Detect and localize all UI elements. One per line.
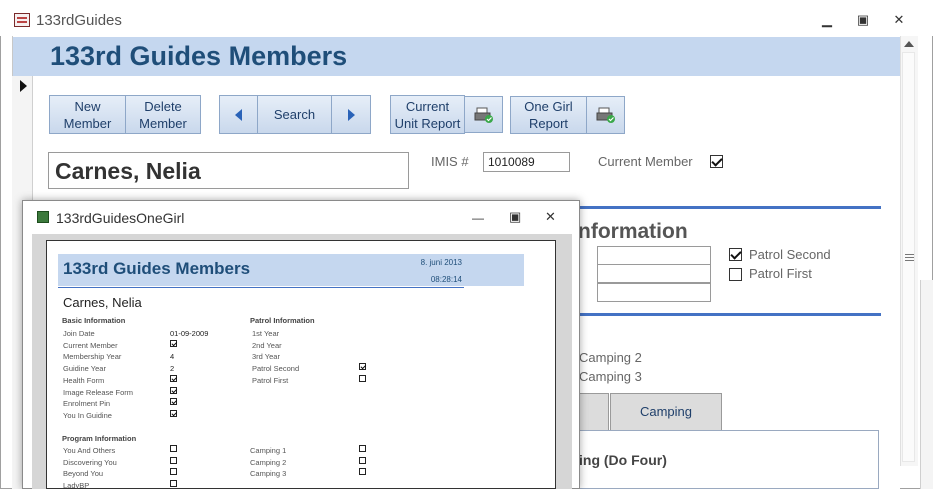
print-unit-report-button[interactable] — [464, 96, 503, 133]
form-header-title: 133rd Guides Members — [50, 41, 348, 71]
access-form-icon — [14, 13, 30, 27]
report-image-release-check — [170, 387, 177, 394]
report-camping-check — [359, 468, 366, 475]
patrol-first-label: Patrol First — [749, 266, 812, 281]
section-rule-top — [578, 206, 881, 209]
restore-icon[interactable]: ▣ — [850, 10, 876, 30]
current-unit-report-button[interactable]: Current Unit Report — [390, 95, 465, 134]
report-camping-check — [359, 445, 366, 452]
patrol-information-heading: nformation — [578, 220, 688, 243]
report-program-label: Discovering You — [63, 458, 117, 467]
camping-panel-heading: ing (Do Four) — [579, 452, 667, 468]
report-title: 133rd Guides Members — [63, 259, 251, 278]
imis-label: IMIS # — [431, 154, 469, 169]
report-basic-value: 4 — [170, 352, 175, 361]
main-titlebar — [0, 0, 933, 36]
report-member-name: Carnes, Nelia — [63, 295, 142, 310]
popup-window-title: 133rdGuidesOneGirl — [56, 210, 185, 226]
report-basic-label: Guidine Year — [63, 364, 106, 373]
year1-field[interactable] — [597, 246, 711, 265]
new-member-button[interactable]: New Member — [49, 95, 126, 134]
report-patrol-label: 2nd Year — [252, 341, 282, 350]
report-program-label: You And Others — [63, 446, 116, 455]
scroll-grip-icon — [905, 254, 914, 261]
patrol-second-label: Patrol Second — [749, 247, 831, 262]
print-one-girl-report-button[interactable] — [586, 96, 625, 134]
report-patrol-label: Patrol Second — [252, 364, 300, 373]
report-program-label: Beyond You — [63, 469, 104, 478]
arrow-right-icon — [348, 108, 355, 121]
report-patrol-label: 3rd Year — [252, 352, 280, 361]
member-name-field[interactable]: Carnes, Nelia — [48, 152, 409, 189]
report-patrol-first-check — [359, 375, 366, 382]
main-window-title: 133rdGuides — [36, 12, 122, 29]
close-icon[interactable]: ✕ — [886, 10, 912, 30]
report-basic-label: Join Date — [63, 329, 95, 338]
report-health-form-check — [170, 375, 177, 382]
report-patrol-label: Patrol First — [252, 376, 289, 385]
report-basic-label: Membership Year — [63, 352, 122, 361]
report-program-check — [170, 445, 177, 452]
year3-field[interactable] — [597, 283, 711, 302]
report-basic-label: Current Member — [63, 341, 118, 350]
report-patrol-second-check — [359, 363, 366, 370]
camping3-label: Camping 3 — [579, 369, 642, 384]
current-member-checkbox[interactable] — [710, 155, 723, 168]
patrol-second-checkbox[interactable] — [729, 248, 742, 261]
report-date: 8. juni 2013 — [420, 258, 462, 267]
report-basic-label: Image Release Form — [63, 388, 134, 397]
report-patrol-heading: Patrol Information — [250, 316, 315, 325]
search-button[interactable]: Search — [257, 95, 332, 134]
report-program-check — [170, 457, 177, 464]
print-preview-icon — [596, 107, 615, 123]
arrow-left-icon — [234, 108, 242, 121]
popup-close-icon[interactable]: ✕ — [545, 209, 556, 225]
report-time: 08:28:14 — [430, 275, 462, 284]
section-rule-bottom — [578, 313, 881, 316]
report-basic-label: Enrolment Pin — [63, 399, 111, 408]
popup-minimize-icon[interactable]: — — [472, 211, 484, 225]
report-camping-label: Camping 1 — [250, 446, 287, 455]
patrol-first-checkbox[interactable] — [729, 268, 742, 281]
tab-previous[interactable] — [578, 393, 609, 431]
report-basic-label: You In Guidine — [63, 411, 112, 420]
report-program-label: LadyBP — [63, 481, 90, 489]
report-program-check — [170, 480, 177, 487]
report-camping-check — [359, 457, 366, 464]
next-record-button[interactable] — [331, 95, 371, 134]
report-basic-label: Health Form — [63, 376, 105, 385]
previous-record-button[interactable] — [219, 95, 258, 134]
print-preview-icon — [474, 107, 493, 123]
report-program-heading: Program Information — [62, 434, 137, 443]
report-basic-value: 01-09-2009 — [170, 329, 209, 338]
popup-restore-icon[interactable]: ▣ — [509, 209, 521, 225]
year2-field[interactable] — [597, 264, 711, 283]
imis-field[interactable]: 1010089 — [483, 152, 570, 172]
tab-camping[interactable]: Camping — [610, 393, 722, 431]
report-current-member-check — [170, 340, 177, 347]
report-basic-heading: Basic Information — [62, 316, 126, 325]
background-window-edge — [920, 280, 933, 489]
camping2-label: Camping 2 — [579, 350, 642, 365]
one-girl-report-button[interactable]: One Girl Report — [510, 96, 587, 134]
current-member-label: Current Member — [598, 154, 693, 169]
report-patrol-label: 1st Year — [252, 329, 280, 338]
scroll-up-icon[interactable] — [904, 41, 914, 47]
report-you-in-guidine-check — [170, 410, 177, 417]
report-camping-label: Camping 2 — [250, 458, 287, 467]
delete-member-button[interactable]: Delete Member — [125, 95, 201, 134]
report-basic-value: 2 — [170, 364, 175, 373]
current-record-icon — [20, 80, 27, 92]
report-enrolment-pin-check — [170, 398, 177, 405]
report-rule — [58, 287, 464, 288]
report-icon — [37, 211, 49, 223]
minimize-icon[interactable]: ▁ — [814, 10, 840, 30]
report-camping-label: Camping 3 — [250, 469, 287, 478]
report-program-check — [170, 468, 177, 475]
